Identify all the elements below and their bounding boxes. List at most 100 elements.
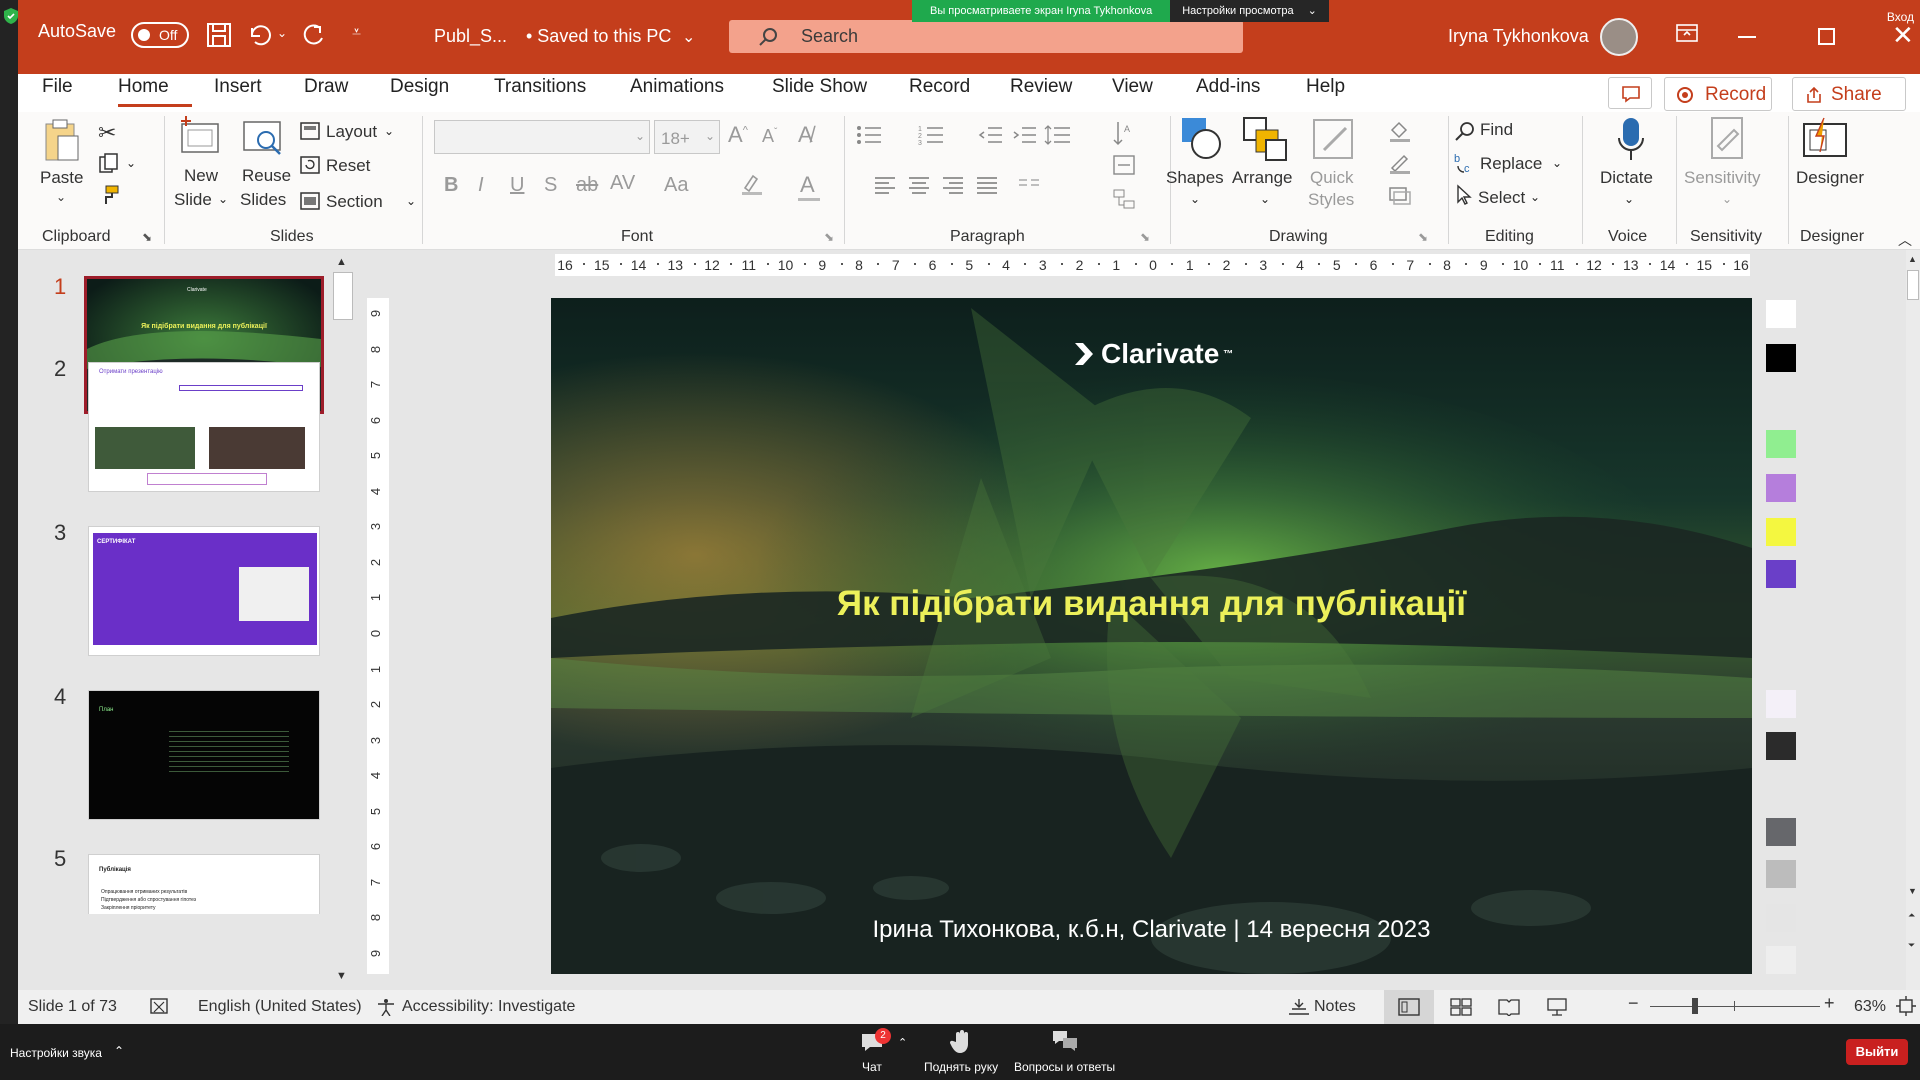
- arrange-icon[interactable]: [1242, 116, 1288, 162]
- slide-thumbnail-4[interactable]: План: [88, 690, 320, 820]
- chevron-down-icon[interactable]: ⌄: [384, 124, 394, 138]
- horizontal-ruler[interactable]: 16 15 14 13 12 11 10 9 8 7 6 5 4 3 2 1 0 1 2 3 4 5 6 7 8 9 10 11 12 1…: [555, 254, 1750, 276]
- slide-sorter-icon[interactable]: [1450, 998, 1472, 1016]
- slide-subtitle[interactable]: Ірина Тихонкова, к.б.н, Clarivate | 14 в…: [551, 916, 1752, 944]
- tab-slide-show[interactable]: Slide Show: [772, 75, 867, 99]
- tab-design[interactable]: Design: [390, 75, 449, 99]
- format-painter-icon[interactable]: [98, 184, 120, 206]
- minimize-icon[interactable]: [1738, 36, 1756, 38]
- chevron-down-icon[interactable]: ⌄: [1722, 192, 1732, 206]
- font-size-combobox[interactable]: 18+ ⌄: [654, 120, 720, 154]
- sensitivity-icon[interactable]: [1708, 116, 1748, 162]
- fit-to-window-icon[interactable]: [1896, 996, 1916, 1016]
- columns-icon[interactable]: [1018, 176, 1040, 194]
- reuse-slides-label-2[interactable]: Slides: [240, 190, 286, 210]
- chevron-down-icon[interactable]: ⌄: [682, 27, 695, 47]
- raise-hand-label[interactable]: Поднять руку: [924, 1060, 998, 1074]
- language-indicator[interactable]: English (United States): [198, 998, 362, 1016]
- color-swatch[interactable]: [1766, 946, 1796, 974]
- reuse-slides-label-1[interactable]: Reuse: [242, 166, 291, 186]
- find-label[interactable]: Find: [1480, 120, 1513, 140]
- avatar[interactable]: [1600, 18, 1638, 56]
- slide-thumbnail-panel[interactable]: 1 Clarivate Як підібрати видання для пуб…: [18, 250, 360, 990]
- slide-count[interactable]: Slide 1 of 73: [28, 998, 117, 1016]
- section-icon[interactable]: [300, 192, 320, 210]
- italic-icon[interactable]: I: [478, 174, 484, 197]
- shape-effects-icon[interactable]: [1388, 184, 1412, 206]
- bullets-icon[interactable]: [856, 124, 882, 146]
- numbering-icon[interactable]: 123: [918, 124, 944, 146]
- color-swatch[interactable]: [1766, 474, 1796, 502]
- save-icon[interactable]: [206, 22, 232, 48]
- chevron-down-icon[interactable]: ⌄: [1552, 156, 1562, 170]
- new-slide-label-1[interactable]: New: [184, 166, 218, 186]
- color-swatch[interactable]: [1766, 904, 1796, 932]
- customize-toolbar-icon[interactable]: ⩡: [352, 24, 361, 42]
- ribbon-display-options-icon[interactable]: [1676, 23, 1698, 43]
- shield-icon[interactable]: [4, 8, 18, 24]
- scroll-up-icon[interactable]: ▲: [336, 256, 347, 268]
- tab-insert[interactable]: Insert: [214, 75, 262, 99]
- spelling-check-icon[interactable]: [150, 998, 170, 1016]
- tab-animations[interactable]: Animations: [630, 75, 724, 99]
- dictate-label[interactable]: Dictate: [1600, 168, 1653, 188]
- scroll-thumb[interactable]: [1907, 270, 1919, 300]
- sign-in-link[interactable]: Вход: [1887, 10, 1914, 24]
- document-title[interactable]: Publ_S...: [434, 26, 507, 47]
- raise-hand-icon[interactable]: [950, 1030, 972, 1054]
- color-swatch[interactable]: [1766, 860, 1796, 888]
- slide-thumbnail-5[interactable]: Публікація Опрацювання отриманих результ…: [88, 854, 320, 914]
- color-swatch[interactable]: [1766, 344, 1796, 372]
- tab-view[interactable]: View: [1112, 75, 1153, 99]
- maximize-icon[interactable]: [1818, 28, 1835, 45]
- chevron-down-icon[interactable]: ⌄: [218, 192, 228, 206]
- zoom-in-icon[interactable]: +: [1824, 993, 1835, 1014]
- redo-icon[interactable]: [300, 22, 326, 48]
- text-direction-icon[interactable]: A: [1112, 120, 1136, 146]
- line-spacing-icon[interactable]: [1044, 124, 1072, 146]
- chat-label[interactable]: Чат: [862, 1060, 882, 1074]
- tab-transitions[interactable]: Transitions: [494, 75, 586, 99]
- new-slide-label-2[interactable]: Slide: [174, 190, 212, 210]
- color-swatch[interactable]: [1766, 560, 1796, 588]
- comments-button[interactable]: [1608, 77, 1652, 109]
- find-icon[interactable]: [1454, 120, 1476, 142]
- color-swatch[interactable]: [1766, 818, 1796, 846]
- shadow-icon[interactable]: S: [544, 174, 557, 197]
- slide-canvas[interactable]: Clarivate ™ Як підібрати видання для публ…: [551, 298, 1752, 974]
- new-slide-icon[interactable]: [180, 116, 224, 156]
- accessibility-icon[interactable]: [376, 998, 396, 1016]
- tab-add-ins[interactable]: Add-ins: [1196, 75, 1260, 99]
- record-button[interactable]: Record: [1664, 77, 1772, 111]
- tab-file[interactable]: File: [42, 75, 73, 99]
- select-cursor-icon[interactable]: [1454, 184, 1476, 206]
- reuse-slides-icon[interactable]: [242, 120, 286, 160]
- view-options-button[interactable]: Настройки просмотра ⌄: [1170, 0, 1329, 22]
- color-swatch[interactable]: [1766, 518, 1796, 546]
- layout-icon[interactable]: [300, 122, 320, 140]
- align-left-icon[interactable]: [874, 176, 896, 194]
- reset-label[interactable]: Reset: [326, 156, 370, 176]
- chevron-down-icon[interactable]: ⌄: [56, 190, 66, 204]
- chevron-down-icon[interactable]: ⌄: [1190, 192, 1200, 206]
- decrease-font-icon[interactable]: Aˇ: [762, 126, 777, 147]
- sound-settings-button[interactable]: Настройки звука: [10, 1046, 102, 1060]
- designer-label[interactable]: Designer: [1796, 168, 1864, 188]
- tab-home[interactable]: Home: [118, 75, 169, 99]
- tab-help[interactable]: Help: [1306, 75, 1345, 99]
- convert-smartart-icon[interactable]: [1112, 188, 1136, 210]
- qa-label[interactable]: Вопросы и ответы: [1014, 1060, 1115, 1074]
- reset-icon[interactable]: [300, 156, 320, 174]
- scroll-down-icon[interactable]: ▼: [1908, 886, 1917, 896]
- slideshow-view-icon[interactable]: [1546, 998, 1568, 1016]
- tab-review[interactable]: Review: [1010, 75, 1072, 99]
- slide-title[interactable]: Як підібрати видання для публікації: [551, 584, 1752, 624]
- clear-formatting-icon[interactable]: A̸: [798, 122, 813, 148]
- next-slide-icon[interactable]: ⏷: [1908, 940, 1915, 951]
- reading-view-icon[interactable]: [1498, 998, 1520, 1016]
- shapes-label[interactable]: Shapes: [1166, 168, 1224, 188]
- normal-view-button[interactable]: [1384, 990, 1434, 1024]
- shapes-icon[interactable]: [1180, 116, 1226, 162]
- qa-icon[interactable]: [1052, 1030, 1078, 1052]
- undo-icon[interactable]: [246, 22, 272, 48]
